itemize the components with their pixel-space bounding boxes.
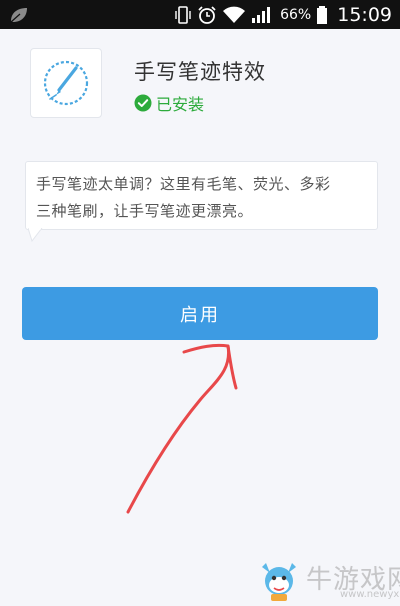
wifi-icon — [223, 6, 246, 23]
bubble-tail — [28, 228, 43, 242]
description-bubble: 手写笔迹太单调？这里有毛笔、荧光、多彩 三种笔刷，让手写笔迹更漂亮。 — [25, 161, 378, 230]
check-circle-icon — [134, 94, 152, 112]
mascot-logo-icon — [262, 563, 296, 601]
vibrate-icon — [175, 5, 191, 24]
leaf-icon — [10, 8, 27, 23]
battery-percent: 66% — [280, 6, 312, 23]
watermark-url: www.newyx.net — [340, 589, 400, 600]
status-time: 15:09 — [337, 3, 392, 26]
pen-dial-icon — [43, 60, 89, 106]
status-bar: 66% 15:09 — [0, 0, 400, 29]
status-icons: 66% 15:09 — [174, 0, 392, 29]
battery-icon — [317, 5, 328, 24]
description-line-1: 手写笔迹太单调？这里有毛笔、荧光、多彩 — [36, 175, 331, 193]
signal-icon — [252, 6, 271, 23]
description-line-2: 三种笔刷，让手写笔迹更漂亮。 — [36, 202, 254, 220]
app-title: 手写笔迹特效 — [134, 60, 266, 84]
app-icon — [30, 48, 102, 118]
alarm-icon — [198, 5, 216, 24]
watermark: 牛游戏网 www.newyx.net — [250, 553, 400, 606]
installed-status: 已安装 — [134, 92, 204, 114]
enable-button[interactable]: 启用 — [22, 287, 378, 340]
installed-label: 已安装 — [156, 95, 205, 114]
